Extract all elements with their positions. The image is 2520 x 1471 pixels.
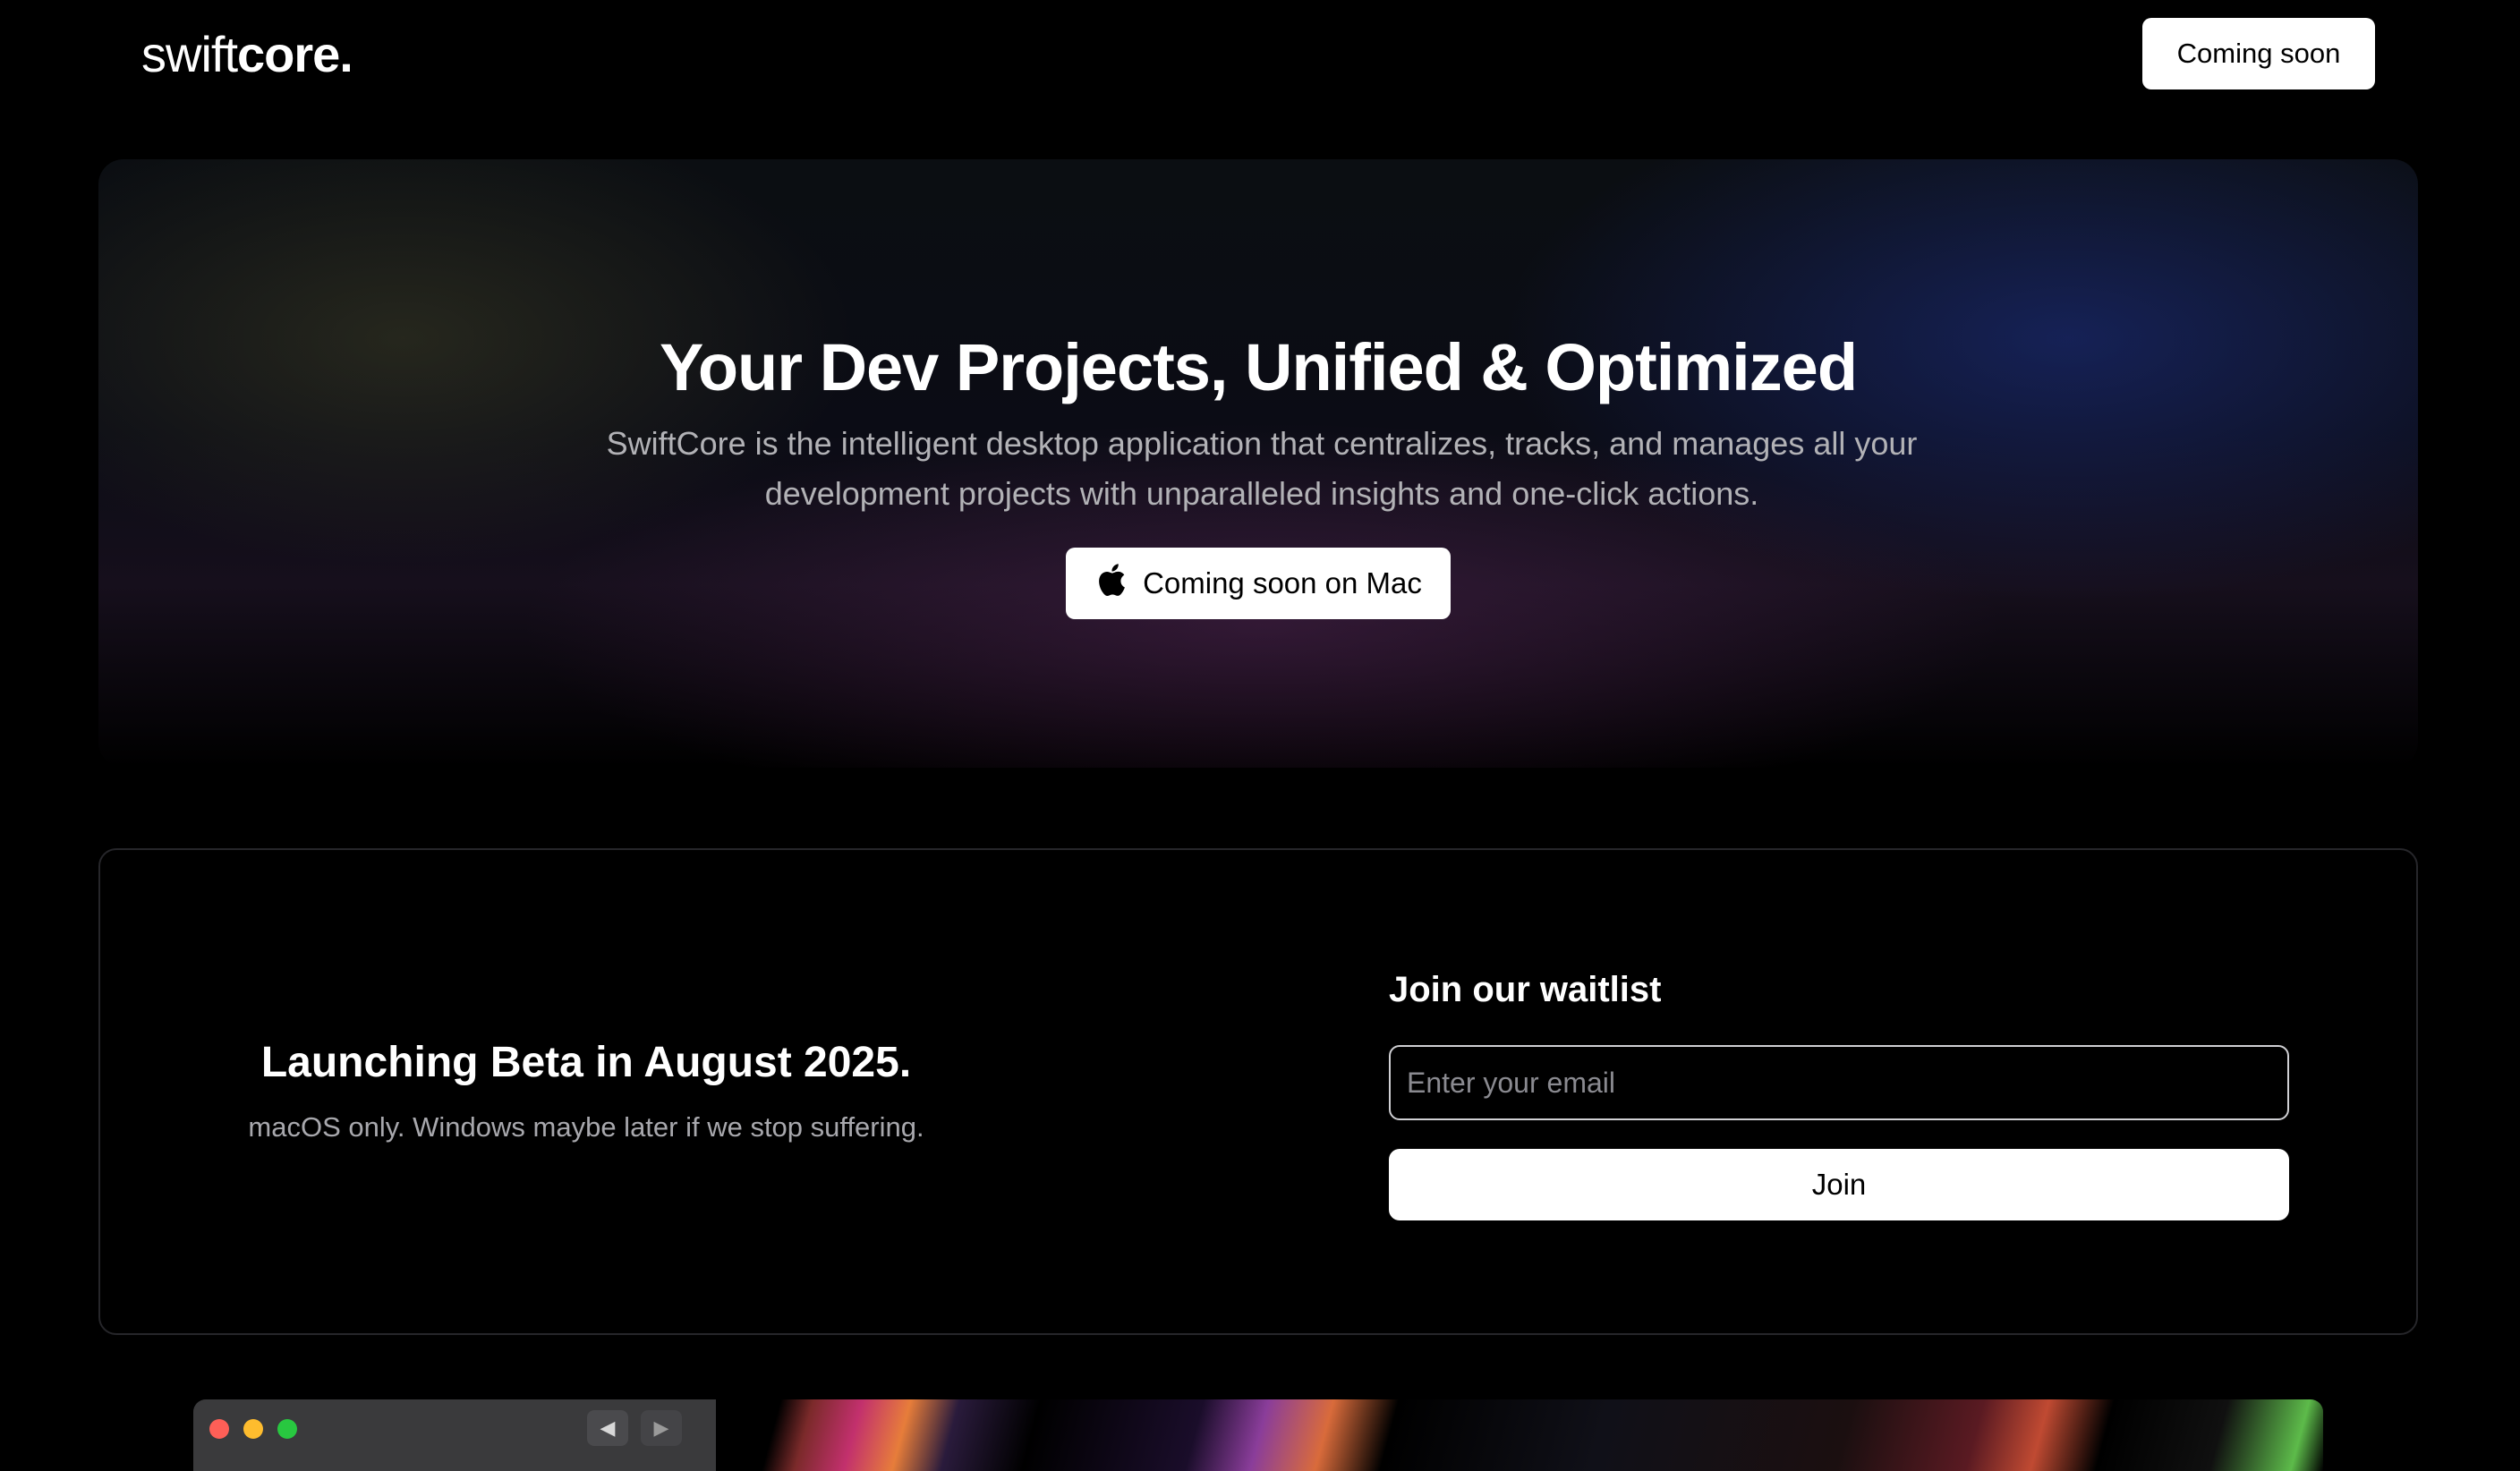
swiftcore-logo[interactable]: swiftcore. (141, 25, 353, 83)
app-preview-window: ◀ ▶ (193, 1399, 2323, 1471)
preview-sidebar: ◀ ▶ (193, 1399, 716, 1471)
apple-icon (1094, 561, 1127, 606)
hero-title: Your Dev Projects, Unified & Optimized (659, 330, 1858, 404)
beta-launch-subtitle: macOS only. Windows maybe later if we st… (248, 1111, 924, 1143)
window-maximize-button[interactable] (277, 1419, 297, 1439)
forward-arrow-icon[interactable]: ▶ (641, 1410, 682, 1446)
waitlist-title: Join our waitlist (1389, 970, 1662, 1009)
hero-section: Your Dev Projects, Unified & Optimized S… (98, 159, 2418, 768)
beta-launch-title: Launching Beta in August 2025. (260, 1039, 912, 1086)
coming-soon-button[interactable]: Coming soon (2142, 18, 2375, 89)
coming-soon-on-mac-button[interactable]: Coming soon on Mac (1066, 548, 1451, 619)
window-close-button[interactable] (209, 1419, 229, 1439)
preview-wallpaper-image (716, 1399, 2323, 1471)
logo-text-light: swift (141, 26, 238, 82)
hero-subtitle: SwiftCore is the intelligent desktop app… (606, 425, 1918, 512)
coming-soon-on-mac-label: Coming soon on Mac (1143, 566, 1422, 599)
back-arrow-icon[interactable]: ◀ (587, 1410, 628, 1446)
logo-text-bold: core. (237, 26, 353, 82)
waitlist-card: Launching Beta in August 2025. macOS onl… (98, 848, 2418, 1335)
site-header: swiftcore. Coming soon (0, 0, 2520, 116)
window-minimize-button[interactable] (243, 1419, 263, 1439)
join-button[interactable]: Join (1389, 1149, 2289, 1220)
email-input[interactable] (1389, 1045, 2289, 1120)
